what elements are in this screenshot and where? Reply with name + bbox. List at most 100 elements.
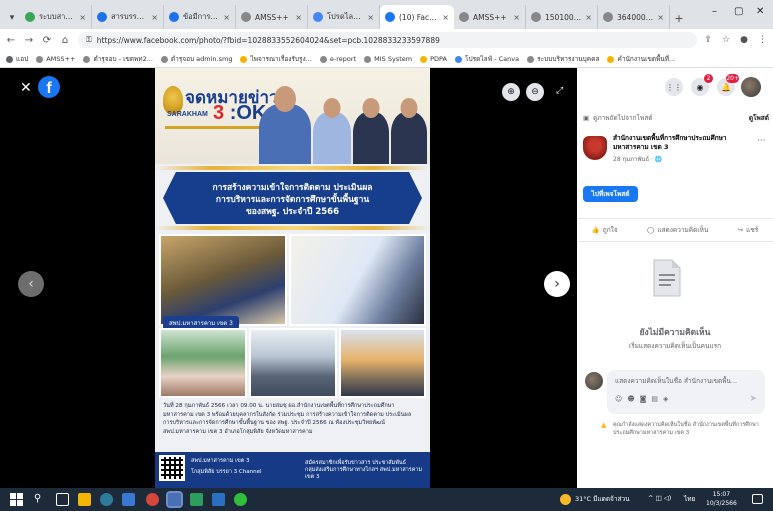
post-options-icon[interactable]: ··· (757, 136, 766, 146)
browser-menu-icon[interactable]: ⋮ (758, 35, 767, 45)
minimize-icon[interactable]: – (712, 6, 717, 17)
facebook-logo-icon[interactable]: f (38, 76, 60, 98)
bookmark-favicon-icon (36, 55, 44, 63)
tab-close-icon[interactable]: × (151, 13, 158, 22)
bookmark-item[interactable]: MIS System (364, 55, 412, 63)
notification-center-icon[interactable] (752, 494, 763, 504)
close-window-icon[interactable]: ✕ (756, 6, 764, 17)
start-icon[interactable] (10, 493, 23, 506)
share-button[interactable]: ↪ แชร์ (738, 225, 759, 235)
emoji-icon[interactable]: ☻ (627, 395, 634, 403)
file-explorer-icon[interactable] (78, 493, 91, 506)
tab-close-icon[interactable]: × (367, 13, 374, 22)
zoom-out-icon[interactable]: ⊖ (526, 83, 544, 101)
browser-tab[interactable]: AMSS++ × (236, 5, 308, 29)
tab-close-icon[interactable]: × (513, 13, 520, 22)
tab-close-icon[interactable]: × (657, 13, 664, 22)
reload-icon[interactable]: ⟳ (42, 35, 52, 46)
messenger-icon[interactable]: ◉ 2 (691, 74, 713, 96)
comment-button[interactable]: ◯ แสดงความคิดเห็น (647, 225, 708, 235)
zoom-in-icon[interactable]: ⊕ (502, 83, 520, 101)
browser-tab[interactable]: ข้อมีการแนะ × (164, 5, 236, 29)
bookmark-item[interactable]: แอป (6, 54, 28, 64)
new-tab-button[interactable]: + (670, 7, 688, 29)
like-label: ถูกใจ (602, 226, 618, 234)
go-to-post-button[interactable]: ไปที่เพจโพสต์ (583, 186, 638, 202)
browser-tab[interactable]: สารบรรณ... × (92, 5, 164, 29)
back-icon[interactable]: ← (6, 35, 16, 46)
tab-close-icon[interactable]: × (223, 13, 230, 22)
fullscreen-icon[interactable]: ⤢ (556, 86, 563, 96)
bookmark-item[interactable]: คำนักงานเขตพื้นที่... (607, 54, 675, 64)
bookmark-item[interactable]: ระบบบริหารงานบุคคล (527, 54, 599, 64)
page-name[interactable]: สำนักงานเขตพื้นที่การศึกษาประถมศึกษามหาส… (613, 134, 753, 152)
notifications-icon[interactable]: 🔔 20+ (717, 74, 739, 96)
bookmark-item[interactable]: ตำรุจอบ admin.smg (160, 54, 232, 64)
store-icon[interactable] (122, 493, 135, 506)
search-icon[interactable]: ⚲ (34, 493, 47, 506)
send-comment-icon[interactable]: ➤ (749, 394, 757, 404)
browser-tab[interactable]: โปรดไลฟ์ - Ca...× (308, 5, 380, 29)
edge-icon[interactable] (100, 493, 113, 506)
excel-icon[interactable] (190, 493, 203, 506)
poster-brand-number: 3 (213, 102, 225, 124)
camera-icon[interactable]: ◙ (640, 395, 647, 403)
tab-favicon-icon (603, 12, 613, 22)
bookmark-item[interactable]: ตำรุจอบ - เขตพท2... (83, 54, 153, 64)
bookmark-item[interactable]: e-report (319, 55, 356, 63)
weather-icon[interactable] (560, 494, 571, 505)
avatar-sticker-icon[interactable]: ☺ (615, 395, 622, 403)
comment-input[interactable]: แสดงความคิดเห็นในชื่อ สำนักงานเขตพื้น...… (607, 370, 765, 414)
page-avatar[interactable] (583, 136, 607, 160)
clock[interactable]: 15:07 10/3/2566 (706, 490, 737, 508)
url-omnibox[interactable]: ⚿ https://www.facebook.com/photo/?fbid=1… (78, 32, 697, 48)
share-page-icon[interactable]: ⇪ (705, 35, 713, 45)
browser-tab[interactable]: ระบบสารบรร... × (20, 5, 92, 29)
bookmark-star-icon[interactable]: ☆ (722, 35, 730, 45)
post-header: สำนักงานเขตพื้นที่การศึกษาประถมศึกษามหาส… (583, 132, 769, 168)
browser-tab[interactable]: AMSS++ × (454, 5, 526, 29)
tab-close-icon[interactable]: × (295, 13, 302, 22)
gif-icon[interactable]: ▤ (651, 395, 658, 403)
tab-close-icon[interactable]: × (585, 13, 592, 22)
bookmark-item[interactable]: AMSS++ (36, 55, 75, 63)
bookmark-item[interactable]: PDPA (420, 55, 447, 63)
previous-photo-button[interactable]: ‹ (18, 271, 44, 297)
weather-text[interactable]: 31°C มีแดดจ้าส่วน (575, 494, 630, 504)
post-date-text[interactable]: 28 กุมภาพันธ์ · (613, 156, 653, 163)
browser-tab[interactable]: (10) Faceb...× (380, 5, 454, 29)
tab-close-icon[interactable]: × (442, 13, 449, 22)
language-indicator[interactable]: ไทย (684, 494, 695, 504)
forward-icon[interactable]: → (24, 35, 34, 46)
word-icon[interactable] (212, 493, 225, 506)
line-icon[interactable] (234, 493, 247, 506)
poster-emblem-icon (163, 86, 183, 114)
poster-body-text: วันที่ 28 กุมภาพันธ์ 2566 เวลา 09.00 น. … (163, 403, 412, 435)
sticker-icon[interactable]: ◈ (663, 395, 668, 403)
like-button[interactable]: 👍 ถูกใจ (592, 225, 618, 235)
task-view-icon[interactable] (56, 493, 69, 506)
account-avatar[interactable] (741, 77, 761, 97)
bookmark-item[interactable]: ไพจารณาเรื่องรับรูง... (240, 54, 312, 64)
next-photo-button[interactable]: › (544, 271, 570, 297)
bookmark-label: โปรดไลฟ์ - Canva (464, 55, 520, 63)
clock-time: 15:07 (712, 491, 731, 498)
maximize-icon[interactable]: ▢ (734, 6, 743, 17)
tab-search-icon[interactable]: ▾ (4, 7, 20, 29)
tab-favicon-icon (241, 12, 251, 22)
browser-tab[interactable]: 15010011... × (526, 5, 598, 29)
menu-grid-icon[interactable]: ⋮⋮ (665, 78, 683, 96)
home-icon[interactable]: ⌂ (60, 35, 70, 46)
chrome-icon[interactable] (146, 493, 159, 506)
taskbar-app-active-icon[interactable] (166, 491, 183, 508)
browser-tab-strip: ▾ ระบบสารบรร...×สารบรรณ...×ข้อมีการแนะ×A… (0, 0, 773, 29)
tray-icons[interactable]: ^ ◫ ◁) (648, 494, 671, 502)
browser-tab[interactable]: 36400001... × (598, 5, 670, 29)
view-post-link[interactable]: ดูโพสต์ (749, 113, 769, 123)
tab-close-icon[interactable]: × (79, 13, 86, 22)
site-info-icon[interactable]: ⚿ (86, 35, 92, 45)
profile-icon[interactable]: ● (740, 35, 748, 45)
close-viewer-icon[interactable]: ✕ (20, 80, 32, 96)
poster-gold-rule (165, 126, 261, 129)
bookmark-item[interactable]: โปรดไลฟ์ - Canva (454, 54, 520, 64)
